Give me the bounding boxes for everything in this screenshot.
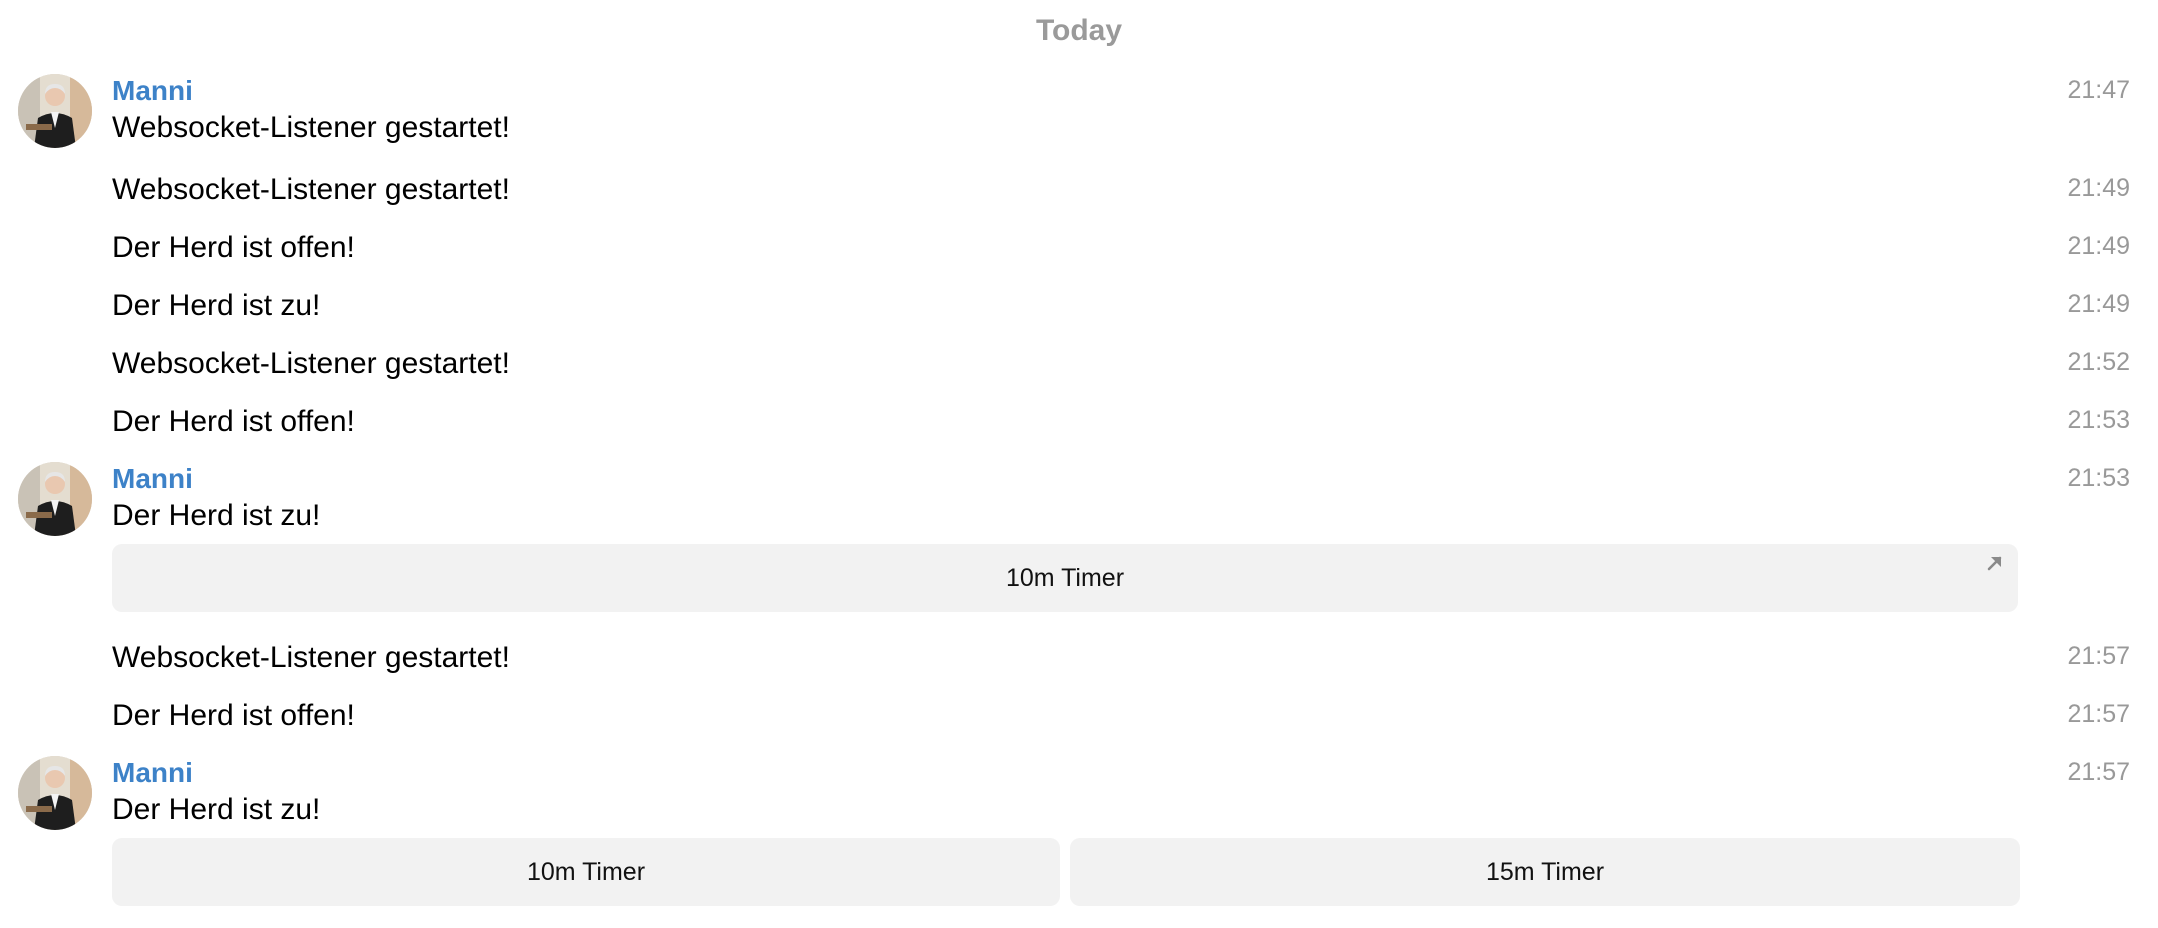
message-time: 21:52 <box>2067 348 2130 376</box>
message-time: 21:49 <box>2067 290 2130 318</box>
message-text: Der Herd ist zu! <box>112 289 321 322</box>
sender-name[interactable]: Manni <box>112 74 193 108</box>
sender-name[interactable]: Manni <box>112 756 193 790</box>
inline-button-15m-timer[interactable]: 15m Timer <box>1070 838 2020 906</box>
message-text: Websocket-Listener gestartet! <box>112 173 510 206</box>
message-text: Websocket-Listener gestartet! <box>112 641 510 674</box>
message-text: Der Herd ist zu! <box>112 499 321 532</box>
message-time: 21:57 <box>2067 642 2130 670</box>
message-time: 21:57 <box>2067 700 2130 728</box>
sender-name[interactable]: Manni <box>112 462 193 496</box>
inline-button-label: 15m Timer <box>1485 857 1605 886</box>
date-separator: Today <box>1035 14 1123 47</box>
avatar[interactable] <box>18 74 92 148</box>
inline-button-10m-timer[interactable]: 10m Timer <box>112 838 1060 906</box>
message-text: Der Herd ist zu! <box>112 793 321 826</box>
message-time: 21:57 <box>2067 758 2130 786</box>
message-time: 21:49 <box>2067 174 2130 202</box>
inline-button-label: 10m Timer <box>526 857 646 886</box>
message-text: Websocket-Listener gestartet! <box>112 111 510 144</box>
message-text: Der Herd ist offen! <box>112 405 355 438</box>
message-text: Der Herd ist offen! <box>112 699 355 732</box>
arrow-up-right-icon <box>1987 556 2002 571</box>
chat-history: Today Manni 21:47 Websocket-Listener ges… <box>0 0 2158 928</box>
inline-button-label: 10m Timer <box>1005 563 1125 592</box>
message-time: 21:53 <box>2067 464 2130 492</box>
message-text: Websocket-Listener gestartet! <box>112 347 510 380</box>
avatar[interactable] <box>18 462 92 536</box>
message-time: 21:49 <box>2067 232 2130 260</box>
inline-button-10m-timer[interactable]: 10m Timer <box>112 544 2018 612</box>
message-time: 21:53 <box>2067 406 2130 434</box>
message-time: 21:47 <box>2067 76 2130 104</box>
message-text: Der Herd ist offen! <box>112 231 355 264</box>
avatar[interactable] <box>18 756 92 830</box>
